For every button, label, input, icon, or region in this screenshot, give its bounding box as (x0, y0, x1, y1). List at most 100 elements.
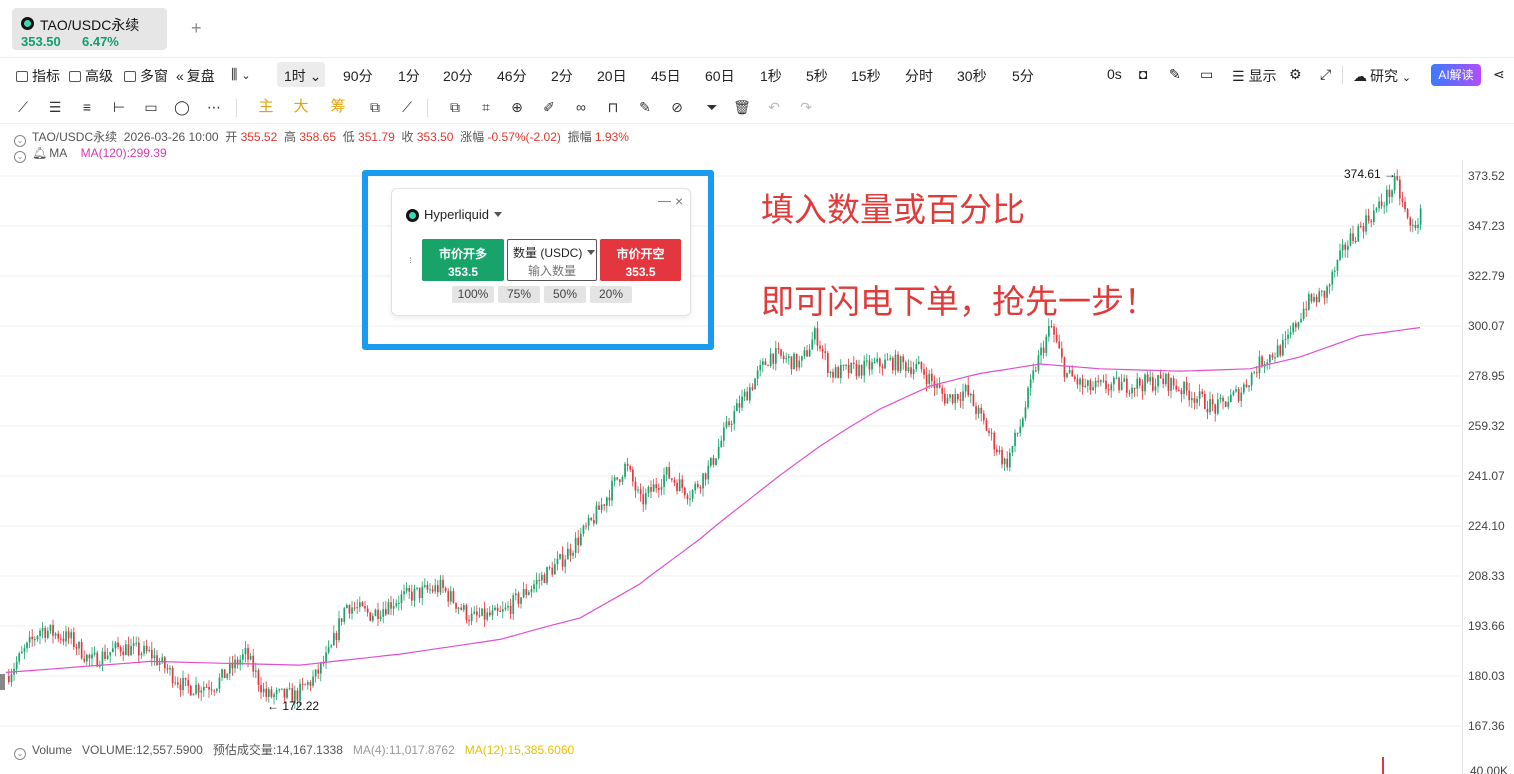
candle-body (905, 362, 907, 371)
collapse-icon[interactable]: ⌄ (14, 748, 26, 760)
candle-body (413, 588, 416, 601)
candle-body (184, 677, 187, 680)
candle-body (860, 364, 863, 376)
candle-body (320, 662, 322, 674)
candle-body (546, 567, 548, 583)
candle-body (593, 520, 595, 524)
amplitude-label: 振幅 (567, 130, 592, 144)
candle-body (749, 387, 751, 401)
pct-20-button[interactable]: 20% (590, 286, 632, 303)
pct-100-button[interactable]: 100% (452, 286, 494, 303)
candle-body (1204, 393, 1206, 409)
candle-body (88, 654, 91, 659)
candle-body (871, 362, 873, 370)
candle-body (1230, 394, 1232, 403)
candle-body (340, 618, 343, 622)
candle-body (34, 639, 36, 641)
candle-body (515, 593, 517, 596)
candle-body (704, 473, 707, 480)
candle-body (1300, 318, 1302, 323)
quantity-input[interactable] (512, 262, 592, 279)
candle-body (1347, 245, 1349, 250)
candle-body (369, 612, 372, 621)
exchange-selector[interactable]: Hyperliquid (424, 207, 503, 222)
candle-body (327, 647, 330, 653)
candlestick-chart[interactable] (0, 0, 1514, 774)
pct-50-button[interactable]: 50% (544, 286, 586, 303)
candle-body (561, 554, 564, 567)
candle-body (873, 362, 876, 364)
quantity-field[interactable]: 数量 (USDC) (507, 239, 597, 281)
candle-body (962, 391, 964, 401)
price-tick: 347.23 (1468, 219, 1505, 233)
candle-body (400, 594, 403, 603)
candle-body (512, 595, 515, 614)
candle-body (1289, 332, 1292, 335)
price-tick: 208.33 (1468, 569, 1505, 583)
candle-body (67, 631, 70, 639)
candle-body (247, 647, 249, 660)
candle-body (229, 662, 231, 674)
ma-label: MA (49, 146, 68, 160)
candle-body (621, 476, 624, 482)
candle-body (541, 574, 543, 581)
candle-body (884, 359, 886, 369)
price-tick: 224.10 (1468, 519, 1505, 533)
candle-body (403, 591, 405, 595)
candle-body (1328, 284, 1331, 287)
candle-body (192, 693, 195, 696)
candle-body (1417, 224, 1419, 228)
candle-body (164, 657, 166, 669)
candle-body (743, 391, 746, 397)
candle-body (1282, 340, 1284, 356)
info-datetime: 2026-03-26 10:00 (123, 130, 219, 144)
candle-body (426, 585, 429, 590)
candle-body (57, 633, 60, 639)
quantity-unit-select[interactable]: 数量 (USDC) (513, 244, 596, 261)
close-button[interactable]: × (675, 193, 683, 209)
candle-body (210, 689, 213, 691)
candle-body (281, 688, 283, 690)
candle-body (226, 673, 229, 679)
candle-body (616, 477, 619, 480)
candle-body (109, 652, 112, 656)
candle-body (499, 611, 502, 613)
candle-body (502, 609, 504, 612)
candle-body (954, 394, 957, 404)
candle-body (145, 645, 148, 651)
candle-body (1115, 377, 1118, 379)
market-long-button[interactable]: 市价开多 353.5 (422, 239, 504, 281)
candle-body (130, 646, 132, 656)
candle-body (1331, 271, 1334, 285)
candle-body (104, 651, 106, 659)
candle-body (1081, 378, 1084, 387)
candle-body (182, 677, 184, 690)
pct-75-button[interactable]: 75% (498, 286, 540, 303)
candle-body (1172, 378, 1175, 386)
candle-body (1014, 432, 1016, 447)
candle-body (556, 558, 559, 565)
minimize-button[interactable]: — (658, 193, 671, 208)
candle-body (1409, 217, 1412, 226)
candle-body (1118, 377, 1120, 391)
drag-handle-icon[interactable] (410, 257, 412, 263)
candle-body (585, 525, 587, 527)
candle-body (1276, 345, 1279, 358)
candle-body (829, 371, 832, 373)
candle-body (530, 589, 533, 593)
candle-body (923, 369, 925, 375)
candle-body (91, 654, 93, 659)
candles (8, 169, 1422, 709)
candle-body (1365, 215, 1367, 232)
market-short-button[interactable]: 市价开空 353.5 (600, 239, 681, 281)
candle-body (364, 606, 366, 609)
candle-body (1141, 385, 1144, 392)
candle-body (1066, 372, 1068, 378)
caret-down-icon (494, 212, 503, 217)
collapse-icon[interactable]: ⌄ (14, 151, 26, 163)
ma120-line (5, 327, 1421, 673)
candle-body (580, 533, 582, 546)
quantity-unit-label: 数量 (USDC) (513, 246, 583, 260)
bell-icon[interactable]: 🔔︎ (32, 146, 47, 160)
candle-body (608, 497, 611, 501)
